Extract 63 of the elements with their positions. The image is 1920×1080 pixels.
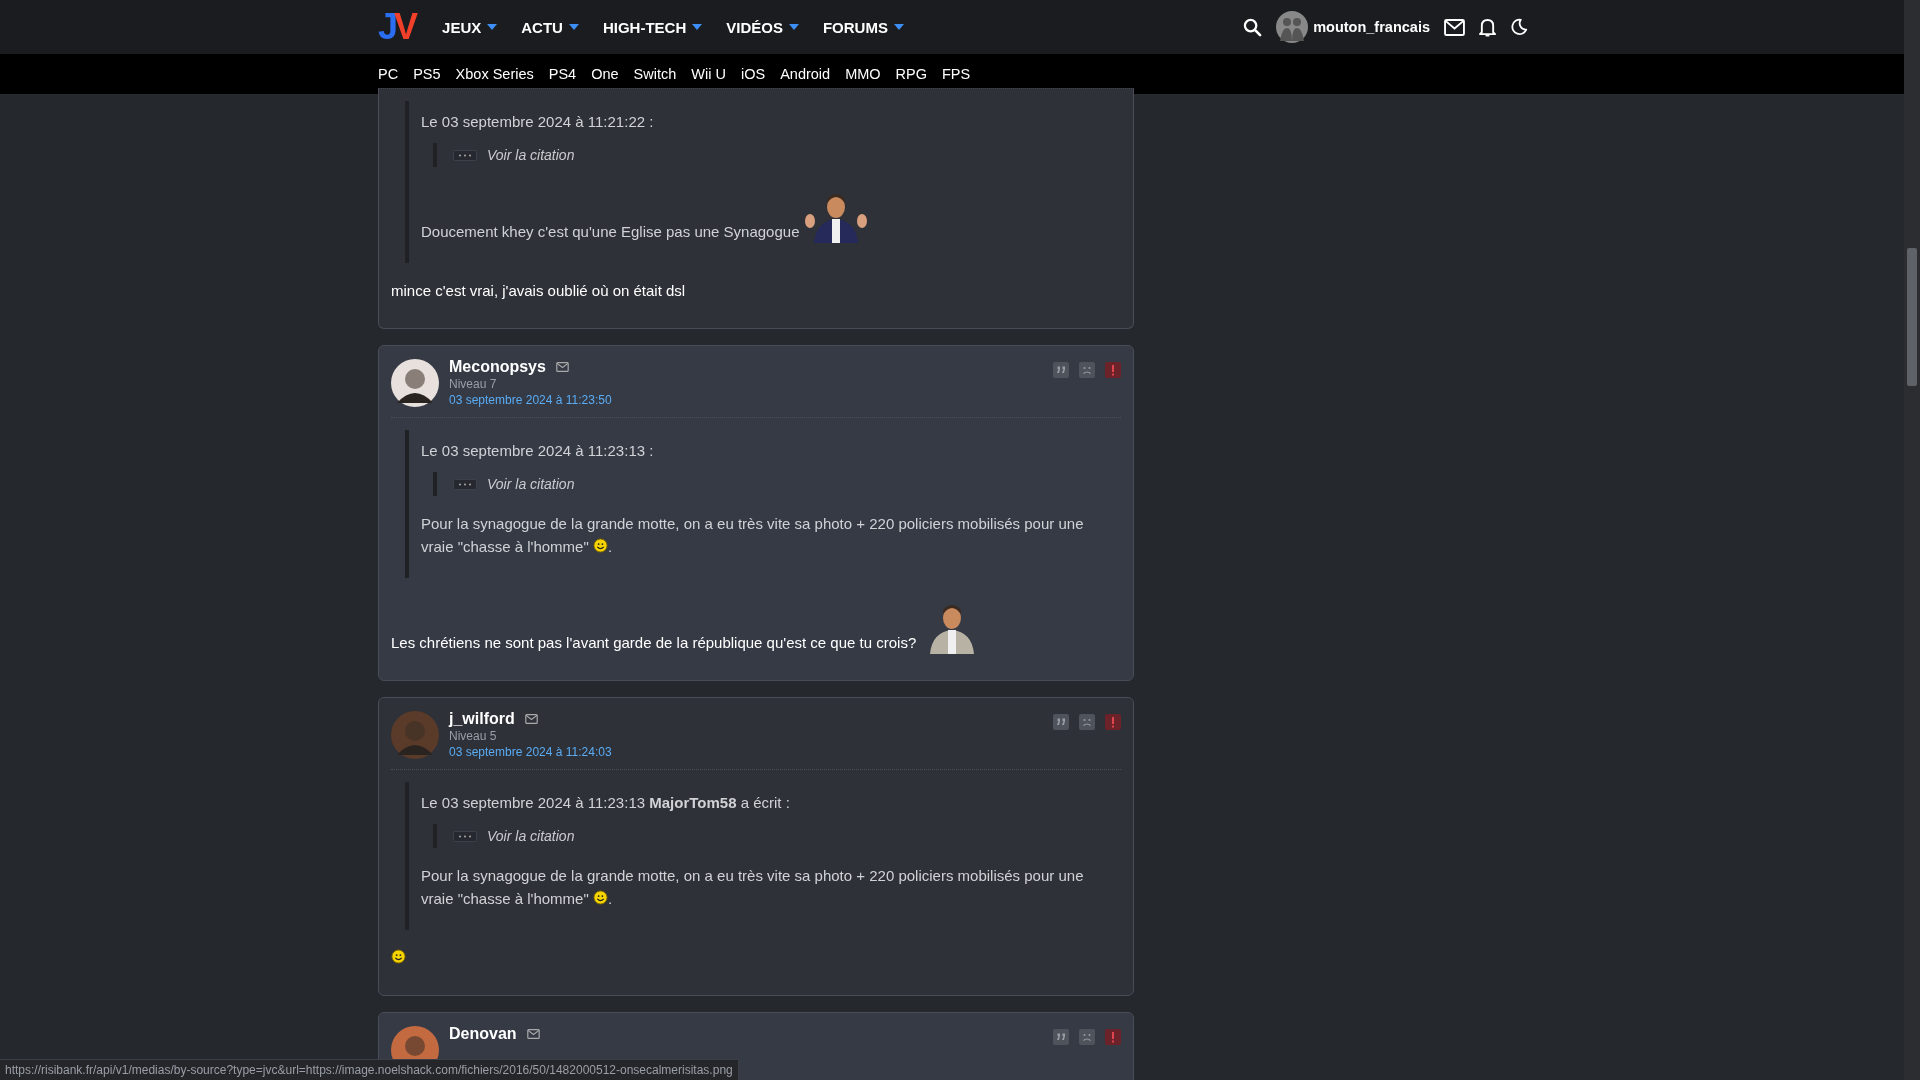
author-name[interactable]: j_wilford xyxy=(449,710,515,728)
report-icon[interactable] xyxy=(1105,714,1121,730)
sad-face-icon[interactable] xyxy=(1079,362,1095,378)
platform-link[interactable]: MMO xyxy=(845,66,881,82)
show-quote-link[interactable]: Voir la citation xyxy=(487,828,575,844)
nav-menu[interactable]: ACTU xyxy=(521,18,579,36)
platform-link[interactable]: Xbox Series xyxy=(455,66,534,82)
smiley-icon xyxy=(592,538,608,553)
platform-link[interactable]: PS5 xyxy=(413,66,441,82)
user-menu[interactable]: mouton_francais xyxy=(1276,11,1430,43)
quote-header: Le 03 septembre 2024 à 11:21:22 : xyxy=(421,113,655,130)
report-icon[interactable] xyxy=(1105,1029,1121,1045)
author-level: Niveau 7 xyxy=(449,377,498,391)
bell-icon[interactable] xyxy=(1479,17,1496,37)
post-text: Pour la synagogue de la grande motte, on a eu très vite sa photo + 220 policiers mobilisés pour une vraie "chasse à l'homme" . xyxy=(421,866,1085,909)
nav-menu[interactable]: FORUMS xyxy=(822,18,904,36)
smiley-icon xyxy=(592,890,608,905)
platform-link[interactable]: iOS xyxy=(740,66,766,82)
platform-link[interactable]: Switch xyxy=(633,66,677,82)
sad-face-icon[interactable] xyxy=(1079,714,1095,730)
avatar-icon xyxy=(1276,11,1309,43)
mail-icon[interactable] xyxy=(524,714,538,724)
platform-link[interactable]: PC xyxy=(378,66,399,82)
caret-icon xyxy=(788,24,799,30)
show-quote-link[interactable]: Voir la citation xyxy=(487,476,575,492)
author-level: Niveau 5 xyxy=(449,729,498,743)
caret-icon xyxy=(893,24,904,30)
post-date[interactable]: 03 septembre 2024 à 11:24:03 xyxy=(449,745,612,759)
logo[interactable]: JV xyxy=(378,9,415,45)
post-text: Les chrétiens ne sont pas l'avant garde de la république qu'est ce que tu crois? xyxy=(391,594,1121,654)
nav-menu[interactable]: VIDÉOS xyxy=(726,18,799,36)
expand-quote-button[interactable] xyxy=(453,830,477,842)
smiley-icon xyxy=(391,949,406,964)
quote-header: Le 03 septembre 2024 à 11:23:13 MajorTom58 a écrit : xyxy=(421,794,791,811)
quote-icon[interactable] xyxy=(1053,1029,1069,1045)
nav-menu[interactable]: JEUX xyxy=(442,18,498,36)
expand-quote-button[interactable] xyxy=(453,149,477,161)
moon-icon[interactable] xyxy=(1510,18,1528,36)
platform-link[interactable]: RPG xyxy=(895,66,927,82)
quote-header: Le 03 septembre 2024 à 11:23:13 : xyxy=(421,442,655,459)
platform-link[interactable]: Wii U xyxy=(691,66,726,82)
quote-icon[interactable] xyxy=(1053,362,1069,378)
author-name[interactable]: Denovan xyxy=(449,1025,517,1043)
search-icon[interactable] xyxy=(1243,17,1263,37)
quote-icon[interactable] xyxy=(1053,714,1069,730)
show-quote-link[interactable]: Voir la citation xyxy=(487,147,575,163)
platform-link[interactable]: Android xyxy=(780,66,831,82)
post-text: Doucement khey c'est qu'une Eglise pas une Synagogue xyxy=(421,183,1111,243)
platform-link[interactable]: FPS xyxy=(942,66,971,82)
post-text: mince c'est vrai, j'avais oublié où on était dsl xyxy=(391,281,687,301)
platform-link[interactable]: One xyxy=(591,66,619,82)
report-icon[interactable] xyxy=(1105,362,1121,378)
sad-face-icon[interactable] xyxy=(1079,1029,1095,1045)
platform-link[interactable]: PS4 xyxy=(548,66,577,82)
caret-icon xyxy=(692,24,703,30)
caret-icon xyxy=(568,24,579,30)
author-name[interactable]: Meconopsys xyxy=(449,358,546,376)
post-text: Pour la synagogue de la grande motte, on a eu très vite sa photo + 220 policiers mobilisés pour une vraie "chasse à l'homme" . xyxy=(421,514,1085,557)
caret-icon xyxy=(487,24,498,30)
link-url-tooltip: https://risibank.fr/api/v1/medias/by-source?type=jvc&url=https://image.noelshack.com/fichiers/2016/50/1482000512-onsecalmerisitas.png xyxy=(0,1059,739,1080)
post-date[interactable]: 03 septembre 2024 à 11:23:50 xyxy=(449,393,612,407)
expand-quote-button[interactable] xyxy=(453,478,477,490)
nav-menu[interactable]: HIGH-TECH xyxy=(602,18,703,36)
